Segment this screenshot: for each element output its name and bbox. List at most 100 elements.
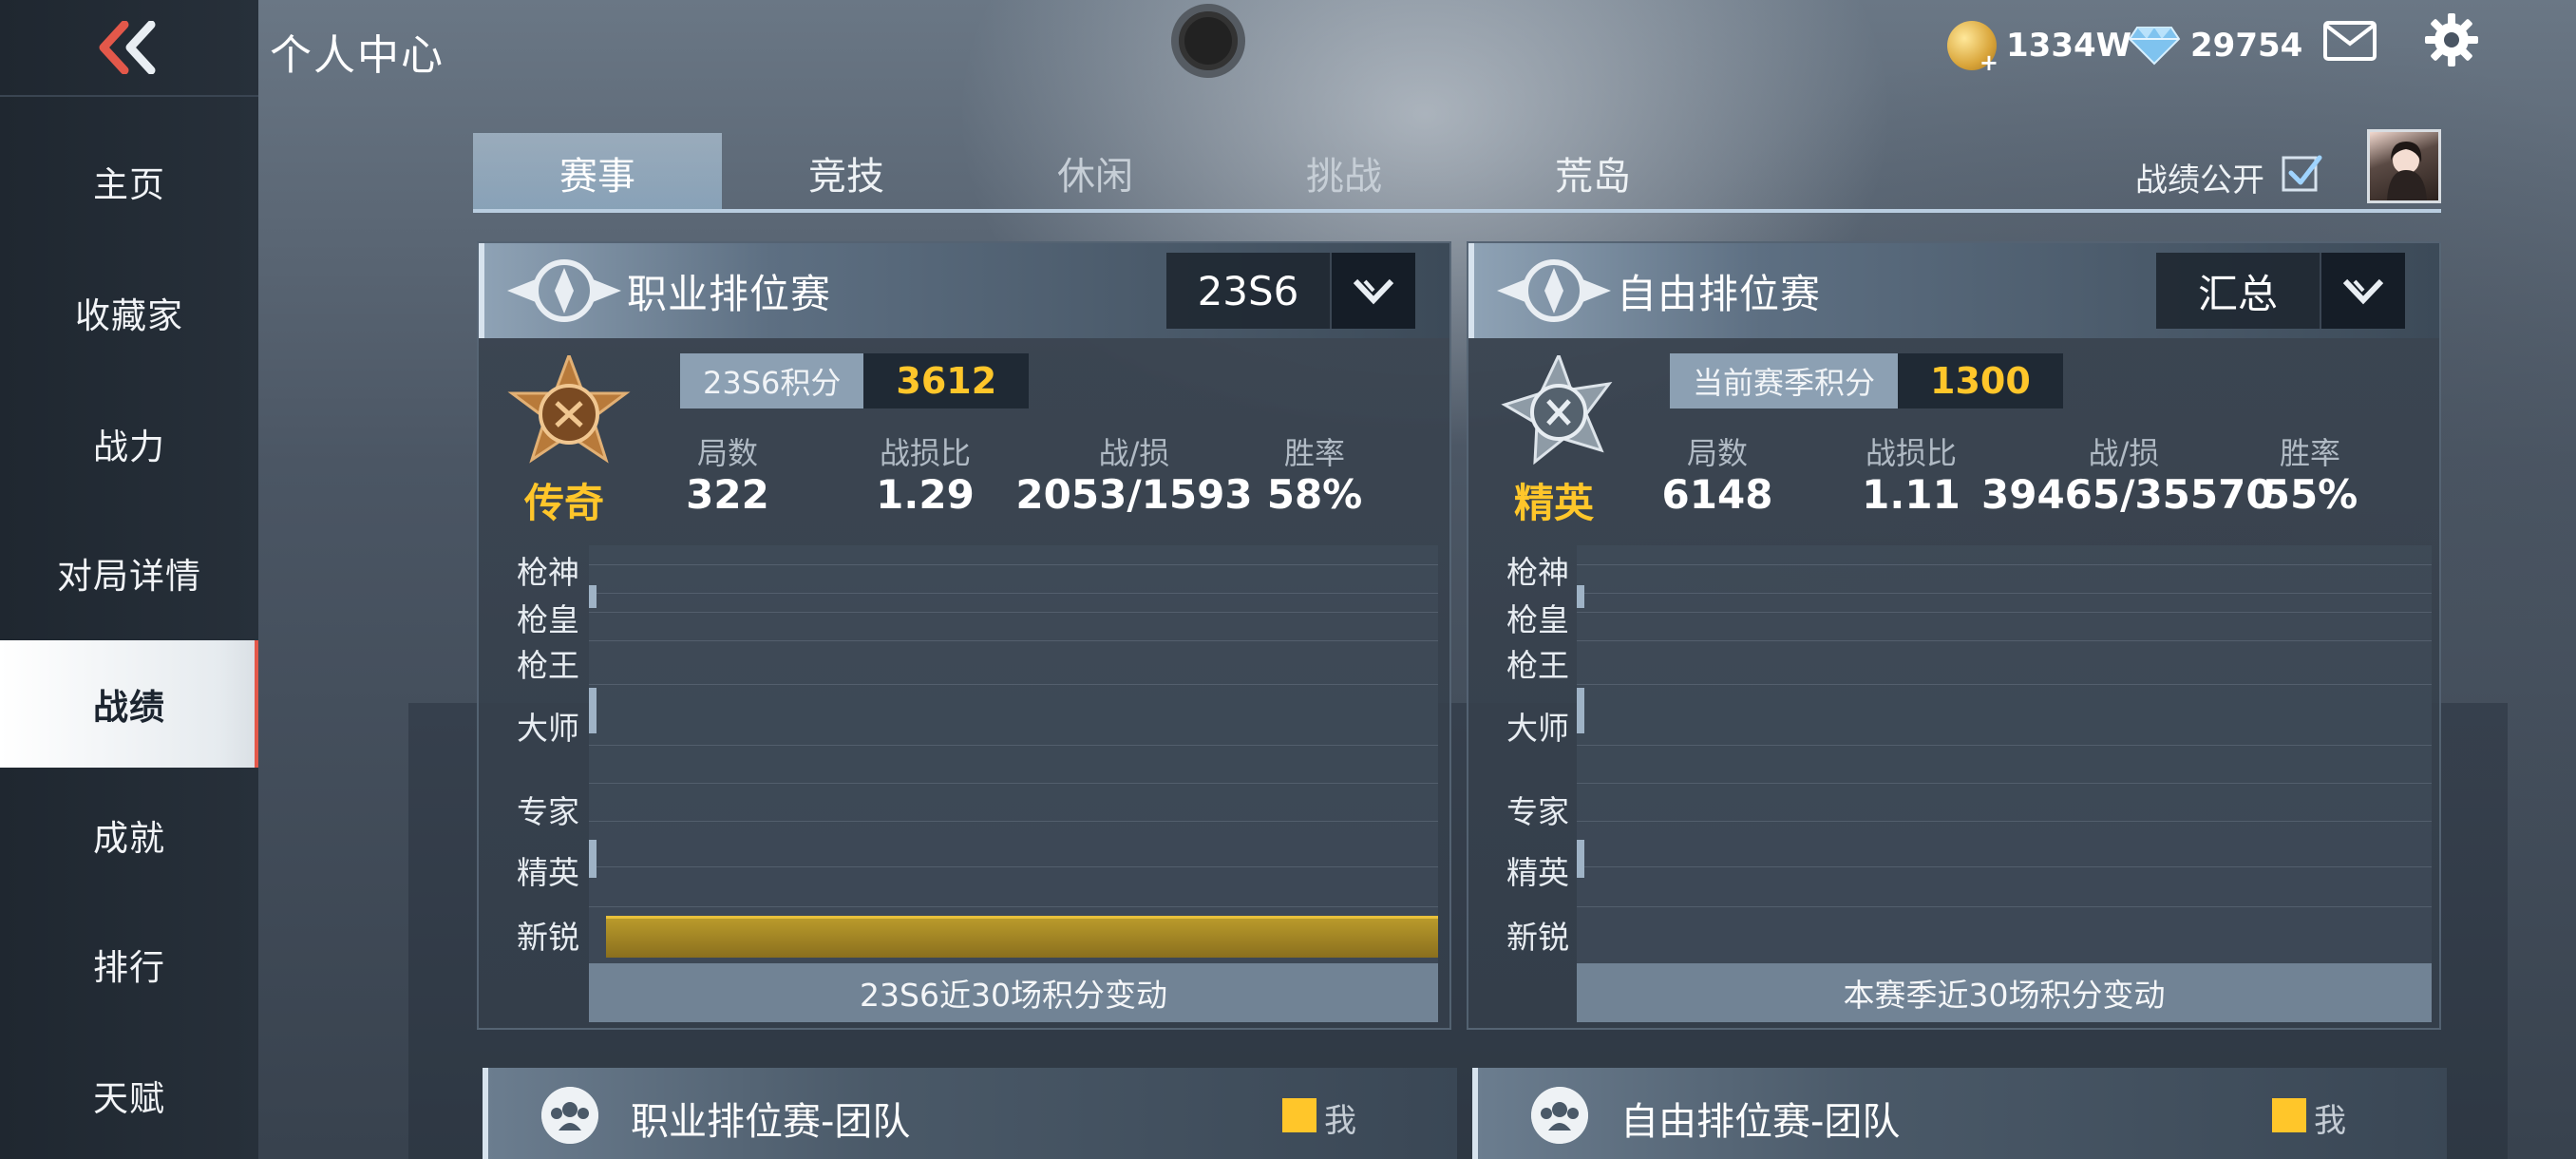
- grid-line: [1577, 684, 2432, 685]
- chevron-down-icon: [1330, 253, 1415, 329]
- team-panel-title: 自由排位赛-团队: [1620, 1100, 1901, 1144]
- rank-label: 大师: [517, 710, 579, 747]
- chart-plot-area: [589, 545, 1438, 967]
- page-title: 个人中心: [270, 31, 445, 80]
- sidebar-item-collector[interactable]: 收藏家: [0, 249, 258, 376]
- grid-line: [589, 593, 1438, 594]
- grid-line: [1577, 821, 2432, 822]
- sidebar-item-ranking[interactable]: 排行: [0, 901, 258, 1028]
- elite-rank-badge-icon: [1501, 355, 1613, 466]
- stat-value: 322: [686, 471, 769, 518]
- stat-label: 胜率: [1283, 435, 1345, 471]
- diamond-currency[interactable]: 29754: [2128, 19, 2302, 72]
- grid-line: [589, 684, 1438, 685]
- rank-name: 传奇: [523, 480, 604, 526]
- tier-tick: [1577, 688, 1584, 733]
- rank-label: 新锐: [1506, 919, 1569, 956]
- rank-label: 枪皇: [517, 601, 579, 638]
- dropdown-value: 汇总: [2197, 270, 2278, 317]
- sidebar-item-label: 排行: [93, 947, 165, 988]
- legend-swatch: [2272, 1098, 2306, 1132]
- tab-tournament[interactable]: 赛事: [473, 133, 722, 213]
- stat-value: 6148: [1661, 471, 1773, 518]
- panel-title: 职业排位赛: [627, 271, 832, 317]
- avatar[interactable]: [2367, 129, 2441, 203]
- stat-label: 局数: [1686, 435, 1748, 471]
- stat-value: 55%: [2262, 471, 2358, 518]
- gear-icon[interactable]: [2425, 13, 2478, 66]
- rank-label: 枪王: [1506, 647, 1569, 684]
- season-dropdown[interactable]: 汇总: [2156, 253, 2405, 329]
- tab-label: 荒岛: [1555, 155, 1631, 199]
- rank-label: 专家: [517, 793, 579, 830]
- ranked-free-panel: 自由排位赛 汇总 精英 当前赛季积分 1300 局数 6148 战损比 1.11…: [1467, 241, 2441, 1030]
- sidebar-item-label: 主页: [93, 164, 165, 205]
- sidebar-item-label: 成就: [93, 818, 165, 859]
- sidebar-item-talent[interactable]: 天赋: [0, 1032, 258, 1159]
- rank-label: 枪王: [517, 647, 579, 684]
- grid-line: [589, 906, 1438, 907]
- score-trend-chart: 枪神 枪皇 枪王 大师 专家 精英 新锐 本赛季近30场积分变动: [1468, 540, 2439, 1028]
- score-trend-chart: 枪神 枪皇 枪王 大师 专家 精英 新锐 23S6近30场积分变动: [479, 540, 1449, 1028]
- team-panel-pro[interactable]: 职业排位赛-团队 我: [483, 1068, 1457, 1159]
- camera-cutout: [1171, 4, 1245, 78]
- tab-casual[interactable]: 休闲: [971, 133, 1220, 213]
- score-area-fill: [606, 916, 1438, 958]
- tier-tick: [589, 840, 597, 878]
- grid-line: [589, 612, 1438, 613]
- sidebar: 主页 收藏家 战力 对局详情 战绩 成就 排行 天赋: [0, 0, 258, 1159]
- tier-tick: [1577, 585, 1584, 608]
- score-box: 当前赛季积分 1300: [1670, 353, 2063, 408]
- grid-line: [1577, 866, 2432, 867]
- gold-currency[interactable]: 1334W: [1947, 19, 2131, 76]
- mail-icon[interactable]: [2323, 21, 2377, 61]
- grid-line: [1577, 906, 2432, 907]
- grid-line: [589, 866, 1438, 867]
- grid-line: [589, 640, 1438, 641]
- sidebar-item-label: 天赋: [93, 1078, 165, 1119]
- panel-header: 职业排位赛 23S6: [479, 243, 1449, 338]
- team-group-icon: [1531, 1087, 1588, 1144]
- sidebar-item-label: 对局详情: [57, 556, 201, 597]
- tab-challenge[interactable]: 挑战: [1220, 133, 1468, 213]
- rank-label: 枪神: [1506, 554, 1569, 591]
- stat-value: 1.11: [1862, 471, 1960, 518]
- score-label: 当前赛季积分: [1670, 353, 1899, 408]
- ranked-pro-panel: 职业排位赛 23S6 传奇 23S6积分 3612 局数 322 战损比 1.2…: [477, 241, 1451, 1030]
- grid-line: [589, 564, 1438, 565]
- tier-tick: [589, 585, 597, 608]
- sidebar-item-record[interactable]: 战绩: [0, 640, 258, 768]
- sidebar-item-label: 收藏家: [75, 295, 183, 336]
- panel-title: 自由排位赛: [1617, 271, 1822, 317]
- stat-value: 58%: [1266, 471, 1363, 518]
- season-dropdown[interactable]: 23S6: [1166, 253, 1415, 329]
- sidebar-item-power[interactable]: 战力: [0, 380, 258, 507]
- stat-label: 战/损: [1098, 435, 1170, 471]
- legend-label: 我: [2314, 1102, 2346, 1140]
- score-value: 3612: [863, 353, 1030, 408]
- back-button[interactable]: [0, 0, 258, 97]
- chart-plot-area: [1577, 545, 2432, 967]
- avatar-portrait-icon: [2387, 142, 2427, 200]
- tab-label: 休闲: [1057, 155, 1133, 199]
- tab-island[interactable]: 荒岛: [1468, 133, 1717, 213]
- team-panel-title: 职业排位赛-团队: [631, 1100, 911, 1144]
- tab-competitive[interactable]: 竞技: [722, 133, 971, 213]
- grid-line: [589, 783, 1438, 784]
- public-record-checkbox[interactable]: [2282, 152, 2323, 194]
- team-panel-free[interactable]: 自由排位赛-团队 我: [1472, 1068, 2447, 1159]
- grid-line: [589, 821, 1438, 822]
- sidebar-item-achievements[interactable]: 成就: [0, 771, 258, 899]
- stat-win-rate: 胜率 58%: [1248, 429, 1381, 518]
- sidebar-item-label: 战力: [93, 427, 165, 467]
- stat-matches: 局数 6148: [1641, 429, 1793, 518]
- sidebar-item-match-details[interactable]: 对局详情: [0, 509, 258, 636]
- stat-matches: 局数 322: [661, 429, 794, 518]
- sidebar-item-home[interactable]: 主页: [0, 118, 258, 245]
- back-chevron-icon: [99, 21, 156, 74]
- score-box: 23S6积分 3612: [680, 353, 1030, 408]
- tier-tick: [1577, 840, 1584, 878]
- stat-label: 胜率: [2279, 435, 2340, 471]
- score-value: 1300: [1898, 353, 2063, 408]
- grid-line: [1577, 745, 2432, 746]
